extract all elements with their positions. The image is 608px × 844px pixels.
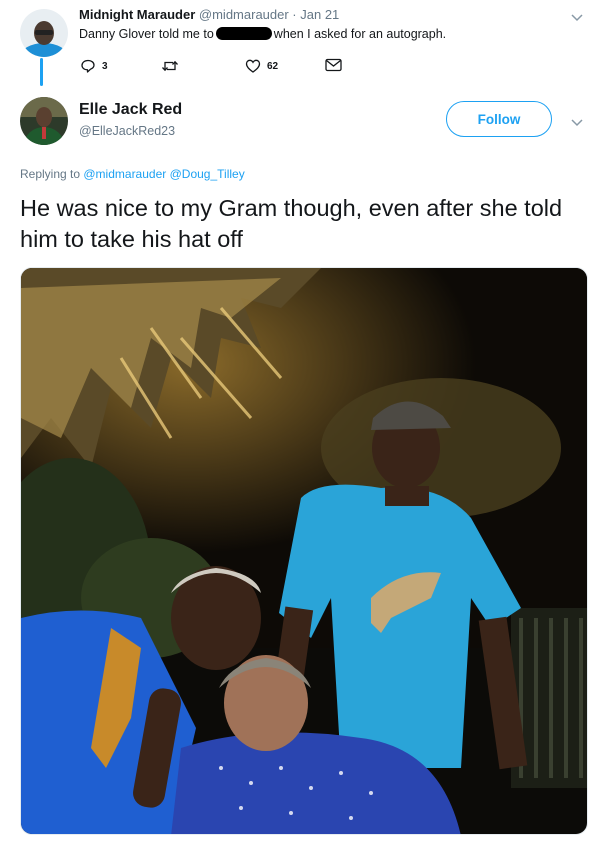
retweet-action[interactable] — [161, 58, 185, 74]
replying-to-line: Replying to @midmarauder @Doug_Tilley — [20, 167, 245, 181]
redaction-bar — [215, 27, 272, 40]
reply-count: 3 — [102, 60, 108, 72]
reply-icon — [81, 59, 95, 73]
reply-avatar[interactable] — [20, 97, 68, 145]
dm-action[interactable] — [325, 58, 342, 72]
parent-author-handle[interactable]: @midmarauder — [199, 7, 289, 22]
like-action[interactable]: 62 — [245, 58, 278, 74]
mention-link[interactable]: @midmarauder — [83, 167, 166, 181]
reply-action[interactable]: 3 — [80, 58, 108, 74]
replying-prefix: Replying to — [20, 167, 84, 181]
chevron-down-icon[interactable] — [571, 9, 583, 27]
parent-tweet-date[interactable]: Jan 21 — [300, 7, 339, 22]
reply-author-handle[interactable]: @ElleJackRed23 — [79, 124, 175, 138]
reply-author-name[interactable]: Elle Jack Red — [79, 101, 182, 119]
like-count: 62 — [267, 60, 279, 72]
thread-line — [40, 58, 43, 86]
parent-avatar[interactable] — [20, 9, 68, 57]
retweet-icon — [162, 60, 178, 72]
dm-icon — [325, 58, 342, 72]
chevron-down-icon[interactable] — [571, 114, 583, 132]
parent-text-after: when I asked for an autograph. — [273, 27, 447, 41]
like-icon — [245, 59, 261, 73]
separator-dot: · — [288, 7, 301, 22]
parent-author-line: Midnight Marauder @midmarauder · Jan 21 — [79, 7, 339, 22]
mention-link[interactable]: @Doug_Tilley — [170, 167, 245, 181]
reply-tweet-text: He was nice to my Gram though, even afte… — [20, 195, 563, 252]
tweet-photo[interactable] — [20, 267, 588, 835]
parent-tweet-text: Danny Glover told me to when I asked for … — [79, 27, 446, 41]
parent-text-before: Danny Glover told me to — [79, 27, 214, 41]
follow-button[interactable]: Follow — [446, 101, 552, 137]
parent-author-name[interactable]: Midnight Marauder — [79, 7, 195, 22]
